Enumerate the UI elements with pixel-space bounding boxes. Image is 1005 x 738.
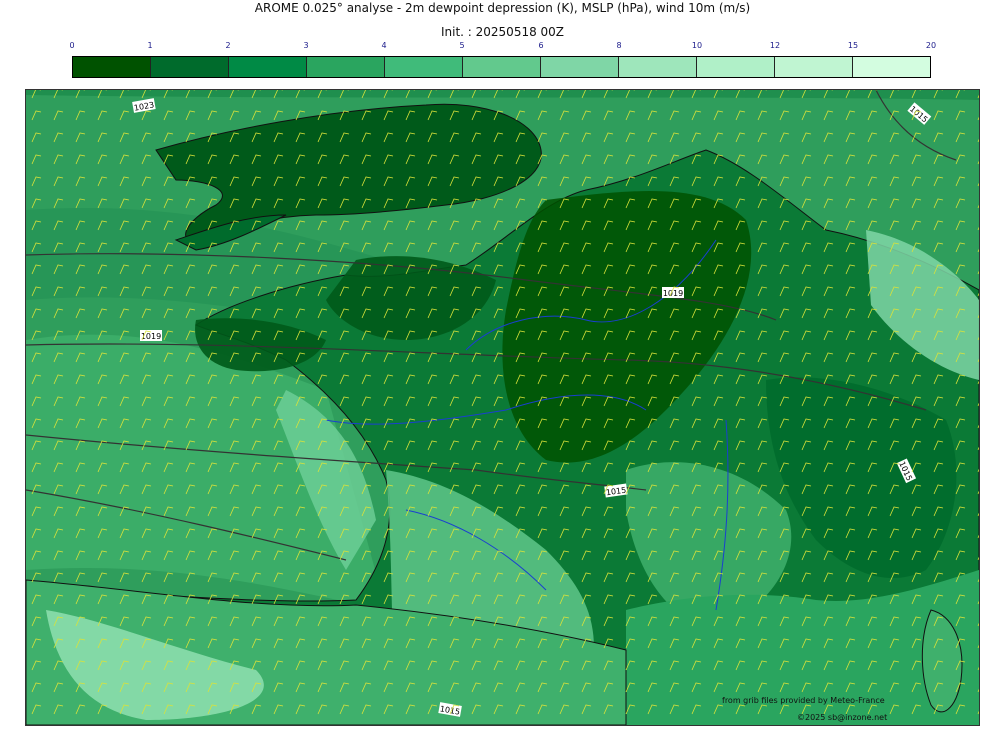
colorbar-tick-labels: 0 1 2 3 4 5 6 8 10 12 15 20 [69,41,936,53]
colorbar-tick: 5 [459,41,465,50]
colorbar-segment [151,57,229,77]
colorbar-segment [775,57,853,77]
source-credit: from grib files provided by Meteo-France [722,696,885,705]
init-time-label: Init. : 20250518 00Z [440,25,565,39]
colorbar-segment [385,57,463,77]
colorbar-tick: 4 [381,41,387,50]
colorbar-segment [541,57,619,77]
chart-title: AROME 0.025° analyse - 2m dewpoint depre… [254,1,751,15]
copyright-credit: ©2025 sb@inzone.net [797,713,888,722]
svg-text:1019: 1019 [663,289,683,298]
colorbar-segment [697,57,775,77]
colorbar-tick: 12 [769,41,781,50]
colorbar-tick: 3 [303,41,309,50]
colorbar-segment [463,57,541,77]
colorbar-tick: 6 [538,41,544,50]
colorbar-tick: 2 [225,41,231,50]
colorbar-segment [853,57,930,77]
colorbar-tick: 1 [147,41,153,50]
colorbar [72,56,931,78]
colorbar-tick: 10 [691,41,703,50]
colorbar-segment [619,57,697,77]
colorbar-tick: 20 [925,41,937,50]
colorbar-segment [73,57,151,77]
colorbar-tick: 15 [847,41,859,50]
weather-map: 1023 1019 1019 1015 1015 1015 1015 [25,89,980,726]
colorbar-tick: 0 [69,41,75,50]
colorbar-segment [307,57,385,77]
colorbar-segment [229,57,307,77]
map-canvas: 1023 1019 1019 1015 1015 1015 1015 [26,90,979,725]
colorbar-tick: 8 [616,41,622,50]
